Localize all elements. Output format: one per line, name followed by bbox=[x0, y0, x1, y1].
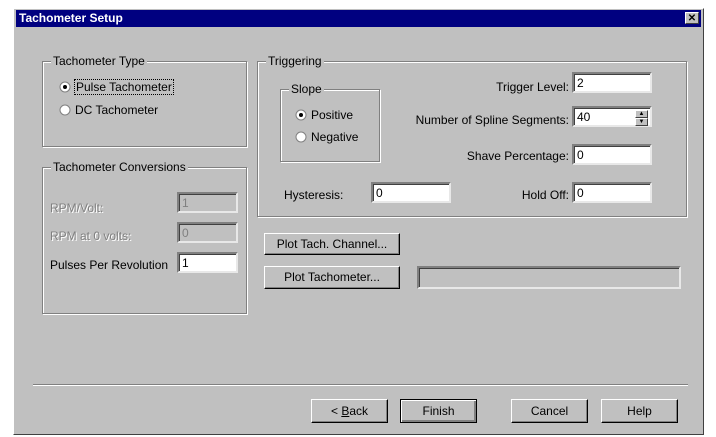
pulse-tach-radio[interactable] bbox=[59, 81, 71, 93]
plot-status-field bbox=[417, 266, 681, 289]
spin-down-button[interactable]: ▼ bbox=[635, 118, 648, 126]
pulses-per-rev-input[interactable]: 1 bbox=[177, 252, 238, 273]
spline-segments-spinner[interactable]: ▲ ▼ bbox=[635, 110, 648, 126]
shave-percentage-label: Shave Percentage: bbox=[466, 149, 569, 163]
spline-segments-input[interactable]: 40 ▲ ▼ bbox=[572, 106, 652, 127]
pulses-per-rev-label: Pulses Per Revolution bbox=[50, 258, 169, 272]
cancel-button[interactable]: Cancel bbox=[511, 399, 588, 423]
spin-up-button[interactable]: ▲ bbox=[635, 110, 648, 118]
footer-separator bbox=[33, 384, 688, 386]
plot-tach-channel-button[interactable]: Plot Tach. Channel... bbox=[264, 233, 400, 255]
slope-group: Slope bbox=[280, 82, 380, 162]
trigger-level-label: Trigger Level: bbox=[496, 80, 569, 94]
close-button[interactable]: ✕ bbox=[685, 12, 699, 24]
hold-off-input[interactable]: 0 bbox=[572, 182, 652, 203]
tachometer-setup-dialog: Tachometer Setup ✕ Tachometer Type Pulse… bbox=[13, 8, 704, 435]
rpm-per-volt-input[interactable]: 1 bbox=[177, 192, 238, 213]
positive-slope-label[interactable]: Positive bbox=[311, 108, 353, 122]
hysteresis-label: Hysteresis: bbox=[284, 188, 344, 202]
back-button-label: < Back bbox=[330, 404, 369, 418]
hysteresis-input[interactable]: 0 bbox=[371, 182, 451, 203]
rpm-zero-volts-label: RPM at 0 volts: bbox=[50, 229, 132, 243]
slope-legend: Slope bbox=[289, 82, 324, 96]
trigger-level-input[interactable]: 2 bbox=[572, 72, 652, 93]
shave-percentage-input[interactable]: 0 bbox=[572, 144, 652, 165]
plot-tachometer-button[interactable]: Plot Tachometer... bbox=[264, 266, 400, 289]
spline-segments-value: 40 bbox=[577, 110, 591, 124]
spline-segments-label: Number of Spline Segments: bbox=[415, 113, 569, 127]
dc-tach-radio[interactable] bbox=[59, 104, 71, 116]
tachometer-type-legend: Tachometer Type bbox=[51, 54, 147, 68]
back-button[interactable]: < Back bbox=[311, 399, 388, 423]
negative-slope-radio[interactable] bbox=[295, 131, 307, 143]
dc-tach-label[interactable]: DC Tachometer bbox=[75, 103, 158, 117]
positive-slope-radio[interactable] bbox=[295, 109, 307, 121]
window-title: Tachometer Setup bbox=[19, 11, 123, 25]
negative-slope-label[interactable]: Negative bbox=[311, 130, 358, 144]
tachometer-conversions-legend: Tachometer Conversions bbox=[51, 160, 188, 174]
finish-button[interactable]: Finish bbox=[400, 399, 477, 423]
rpm-zero-volts-input[interactable]: 0 bbox=[177, 222, 238, 243]
title-bar: Tachometer Setup ✕ bbox=[16, 10, 701, 27]
hold-off-label: Hold Off: bbox=[521, 188, 569, 202]
triggering-legend: Triggering bbox=[266, 54, 324, 68]
help-button[interactable]: Help bbox=[601, 399, 678, 423]
pulse-tach-label[interactable]: Pulse Tachometer bbox=[74, 79, 174, 95]
rpm-per-volt-label: RPM/Volt: bbox=[50, 201, 104, 215]
